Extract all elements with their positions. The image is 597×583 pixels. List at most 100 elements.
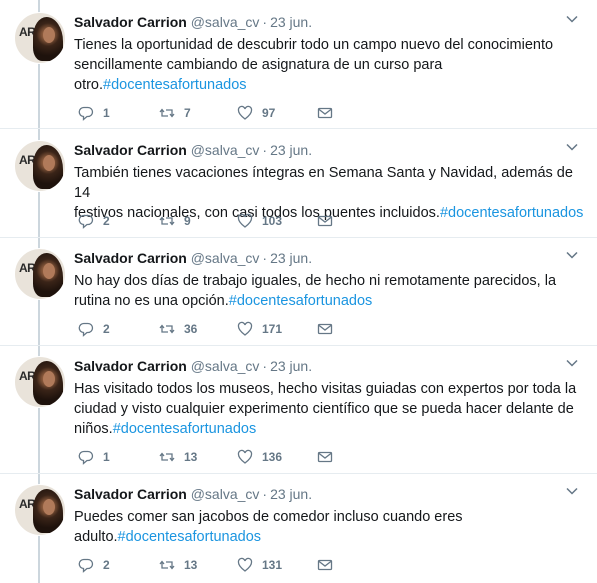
heart-icon bbox=[237, 449, 253, 464]
author-name[interactable]: Salvador Carrion bbox=[74, 250, 187, 266]
separator-dot: · bbox=[262, 14, 268, 30]
timestamp[interactable]: 23 jun. bbox=[270, 358, 312, 374]
hashtag-link[interactable]: #docentesafortunados bbox=[103, 77, 247, 93]
retweet-icon bbox=[159, 216, 175, 226]
reply-button[interactable]: 1 bbox=[78, 105, 110, 121]
direct-message-button[interactable] bbox=[317, 557, 333, 573]
retweet-count: 13 bbox=[184, 558, 198, 572]
direct-message-button[interactable] bbox=[317, 213, 333, 229]
like-button[interactable]: 136 bbox=[237, 449, 282, 465]
tweet[interactable]: AR Salvador Carrion @salva_cv · 23 jun. Ha… bbox=[0, 356, 597, 471]
timestamp[interactable]: 23 jun. bbox=[270, 486, 312, 502]
author-handle[interactable]: @salva_cv bbox=[191, 486, 260, 502]
tweet-text: Tienes la oportunidad de descubrir todo … bbox=[74, 35, 584, 95]
separator-dot: · bbox=[262, 486, 268, 502]
avatar[interactable]: AR bbox=[14, 248, 66, 300]
retweet-button[interactable]: 13 bbox=[159, 449, 197, 465]
tweet[interactable]: AR Salvador Carrion @salva_cv · 23 jun. Ta… bbox=[0, 140, 597, 235]
reply-count: 1 bbox=[103, 450, 110, 464]
avatar[interactable]: AR bbox=[14, 140, 66, 192]
author-handle[interactable]: @salva_cv bbox=[191, 250, 260, 266]
avatar-face bbox=[43, 499, 55, 515]
retweet-count: 7 bbox=[184, 106, 191, 120]
timestamp[interactable]: 23 jun. bbox=[270, 14, 312, 30]
avatar[interactable]: AR bbox=[14, 12, 66, 64]
avatar-face bbox=[43, 263, 55, 279]
envelope-icon bbox=[317, 215, 333, 227]
author-handle[interactable]: @salva_cv bbox=[191, 358, 260, 374]
retweet-button[interactable]: 36 bbox=[159, 321, 197, 337]
like-button[interactable]: 131 bbox=[237, 557, 282, 573]
author-name[interactable]: Salvador Carrion bbox=[74, 142, 187, 158]
retweet-icon bbox=[159, 452, 175, 462]
like-button[interactable]: 171 bbox=[237, 321, 282, 337]
tweet-text-line: niños. bbox=[74, 421, 113, 437]
chevron-down-icon[interactable] bbox=[565, 356, 579, 370]
tweet-text-line: rutina no es una opción. bbox=[74, 293, 229, 309]
tweet-divider bbox=[0, 237, 597, 238]
tweet-header: Salvador Carrion @salva_cv · 23 jun. bbox=[74, 142, 312, 158]
direct-message-button[interactable] bbox=[317, 449, 333, 465]
tweet-header: Salvador Carrion @salva_cv · 23 jun. bbox=[74, 250, 312, 266]
tweet-text: No hay dos días de trabajo iguales, de h… bbox=[74, 271, 584, 311]
envelope-icon bbox=[317, 107, 333, 119]
reply-icon bbox=[78, 322, 94, 337]
reply-button[interactable]: 2 bbox=[78, 321, 110, 337]
reply-button[interactable]: 2 bbox=[78, 213, 110, 229]
reply-icon bbox=[78, 106, 94, 121]
tweet-text-line: adulto. bbox=[74, 529, 118, 545]
avatar-face bbox=[43, 27, 55, 43]
reply-icon bbox=[78, 450, 94, 465]
retweet-count: 9 bbox=[184, 214, 191, 228]
timestamp[interactable]: 23 jun. bbox=[270, 142, 312, 158]
tweet-thread: AR Salvador Carrion @salva_cv · 23 jun. Ti… bbox=[0, 0, 597, 583]
timestamp[interactable]: 23 jun. bbox=[270, 250, 312, 266]
hashtag-link[interactable]: #docentesafortunados bbox=[440, 205, 584, 221]
avatar[interactable]: AR bbox=[14, 484, 66, 536]
reply-button[interactable]: 1 bbox=[78, 449, 110, 465]
tweet-text: Has visitado todos los museos, hecho vis… bbox=[74, 379, 584, 439]
author-name[interactable]: Salvador Carrion bbox=[74, 14, 187, 30]
avatar-face bbox=[43, 155, 55, 171]
chevron-down-icon[interactable] bbox=[565, 484, 579, 498]
like-button[interactable]: 97 bbox=[237, 105, 275, 121]
direct-message-button[interactable] bbox=[317, 321, 333, 337]
chevron-down-icon[interactable] bbox=[565, 248, 579, 262]
direct-message-button[interactable] bbox=[317, 105, 333, 121]
hashtag-link[interactable]: #docentesafortunados bbox=[229, 293, 373, 309]
separator-dot: · bbox=[262, 142, 268, 158]
reply-button[interactable]: 2 bbox=[78, 557, 110, 573]
hashtag-link[interactable]: #docentesafortunados bbox=[113, 421, 257, 437]
reply-icon bbox=[78, 214, 94, 229]
avatar[interactable]: AR bbox=[14, 356, 66, 408]
avatar-face bbox=[43, 371, 55, 387]
heart-icon bbox=[237, 321, 253, 336]
like-count: 97 bbox=[262, 106, 276, 120]
tweet-text-line: otro. bbox=[74, 77, 104, 93]
retweet-button[interactable]: 13 bbox=[159, 557, 197, 573]
chevron-down-icon[interactable] bbox=[565, 140, 579, 154]
like-count: 136 bbox=[262, 450, 283, 464]
envelope-icon bbox=[317, 323, 333, 335]
tweet-text-line: Puedes comer san jacobos de comedor incl… bbox=[74, 509, 463, 525]
like-count: 171 bbox=[262, 322, 283, 336]
hashtag-link[interactable]: #docentesafortunados bbox=[118, 529, 262, 545]
like-count: 131 bbox=[262, 558, 283, 572]
tweet[interactable]: AR Salvador Carrion @salva_cv · 23 jun. Pu… bbox=[0, 484, 597, 579]
tweet[interactable]: AR Salvador Carrion @salva_cv · 23 jun. Ti… bbox=[0, 12, 597, 127]
author-name[interactable]: Salvador Carrion bbox=[74, 358, 187, 374]
retweet-icon bbox=[159, 560, 175, 570]
tweet-divider bbox=[0, 473, 597, 474]
like-button[interactable]: 103 bbox=[237, 213, 282, 229]
author-handle[interactable]: @salva_cv bbox=[191, 14, 260, 30]
chevron-down-icon[interactable] bbox=[565, 12, 579, 26]
author-name[interactable]: Salvador Carrion bbox=[74, 486, 187, 502]
envelope-icon bbox=[317, 451, 333, 463]
retweet-button[interactable]: 9 bbox=[159, 213, 191, 229]
tweet[interactable]: AR Salvador Carrion @salva_cv · 23 jun. No… bbox=[0, 248, 597, 343]
retweet-count: 36 bbox=[184, 322, 198, 336]
tweet-text-line: No hay dos días de trabajo iguales, de h… bbox=[74, 273, 557, 289]
tweet-header: Salvador Carrion @salva_cv · 23 jun. bbox=[74, 486, 312, 502]
retweet-button[interactable]: 7 bbox=[159, 105, 191, 121]
author-handle[interactable]: @salva_cv bbox=[191, 142, 260, 158]
